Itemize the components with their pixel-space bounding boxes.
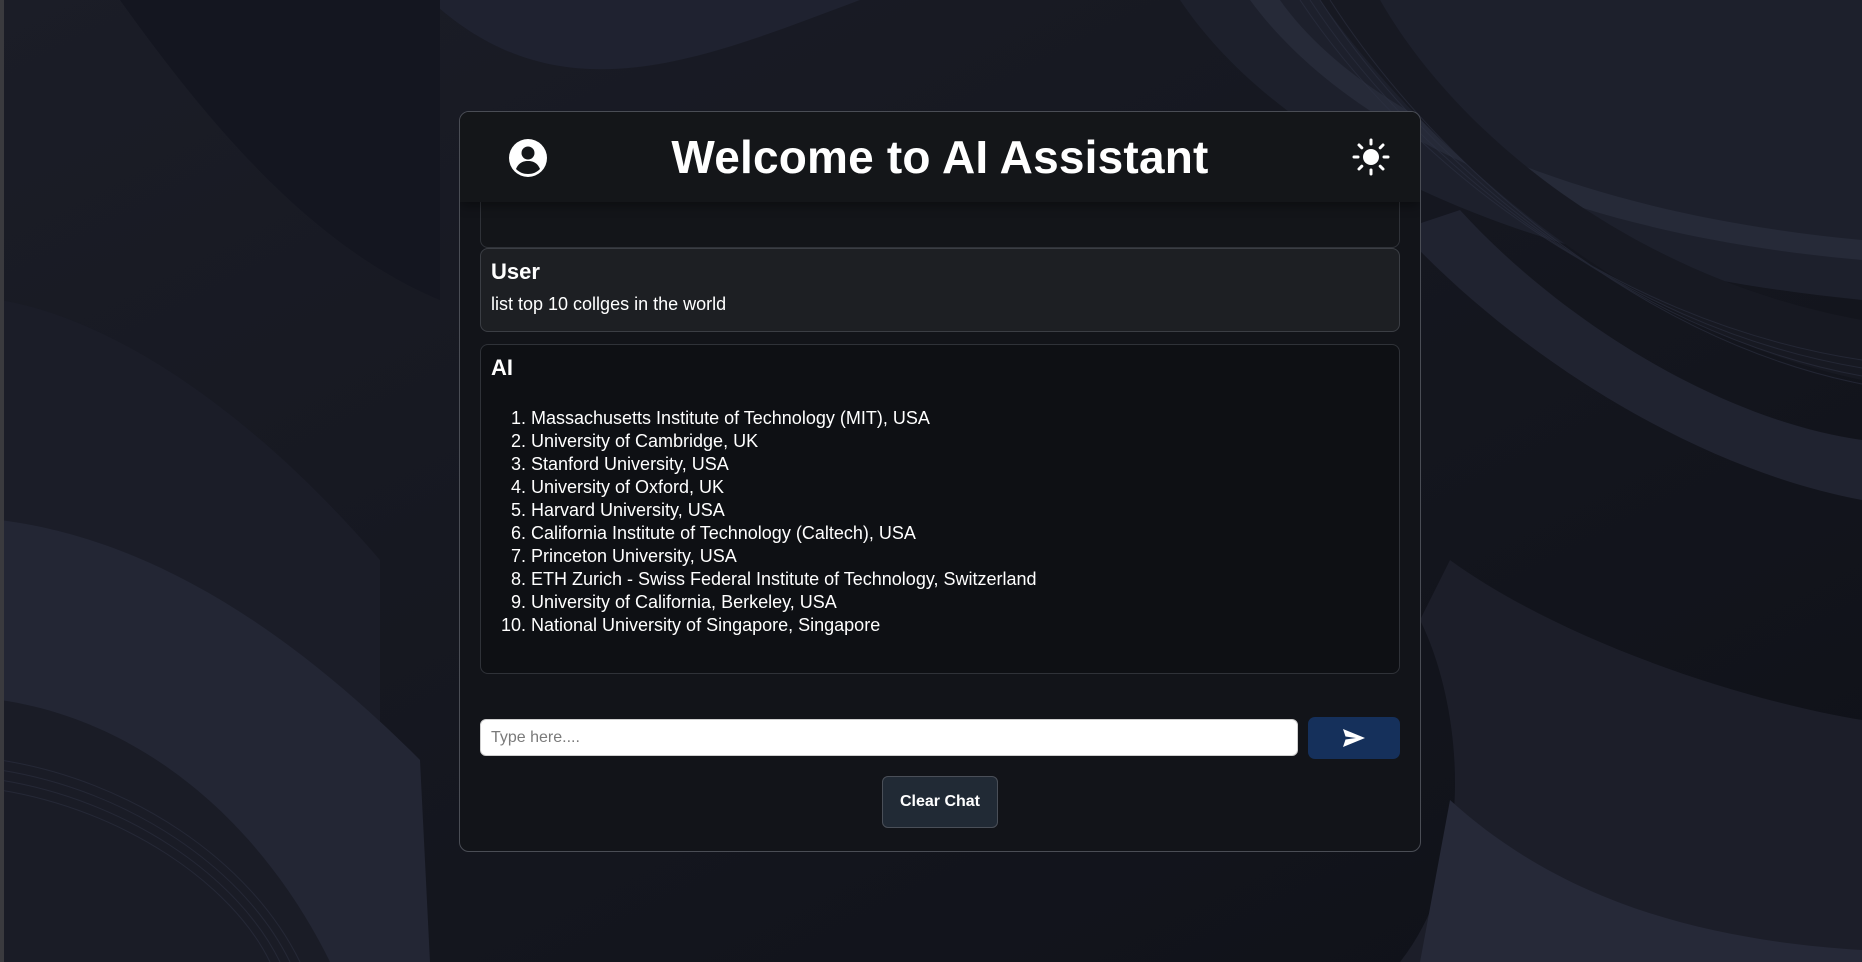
ai-response-list: Massachusetts Institute of Technology (M… — [481, 407, 1037, 637]
page-title: Welcome to AI Assistant — [671, 131, 1209, 183]
list-item: Harvard University, USA — [531, 499, 1037, 522]
send-icon — [1343, 729, 1365, 747]
list-item: California Institute of Technology (Calt… — [531, 522, 1037, 545]
list-item: Princeton University, USA — [531, 545, 1037, 568]
chat-header: Welcome to AI Assistant — [460, 112, 1420, 202]
message-sender: User — [491, 259, 540, 284]
chat-panel: User list top 10 collges in the world AI… — [459, 111, 1421, 852]
window-edge — [0, 0, 4, 962]
list-item: University of California, Berkeley, USA — [531, 591, 1037, 614]
list-item: Stanford University, USA — [531, 453, 1037, 476]
list-item: ETH Zurich - Swiss Federal Institute of … — [531, 568, 1037, 591]
user-message: User list top 10 collges in the world — [480, 248, 1400, 332]
ai-message: AI Massachusetts Institute of Technology… — [480, 344, 1400, 674]
send-button[interactable] — [1308, 717, 1400, 759]
sun-icon[interactable] — [1351, 137, 1391, 177]
message-sender: AI — [491, 355, 513, 380]
list-item: National University of Singapore, Singap… — [531, 614, 1037, 637]
message-text: list top 10 collges in the world — [491, 294, 727, 314]
composer — [480, 717, 1400, 761]
clear-chat-button[interactable]: Clear Chat — [882, 776, 998, 828]
list-item: University of Oxford, UK — [531, 476, 1037, 499]
list-item: University of Cambridge, UK — [531, 430, 1037, 453]
chat-input[interactable] — [480, 719, 1298, 756]
list-item: Massachusetts Institute of Technology (M… — [531, 407, 1037, 430]
